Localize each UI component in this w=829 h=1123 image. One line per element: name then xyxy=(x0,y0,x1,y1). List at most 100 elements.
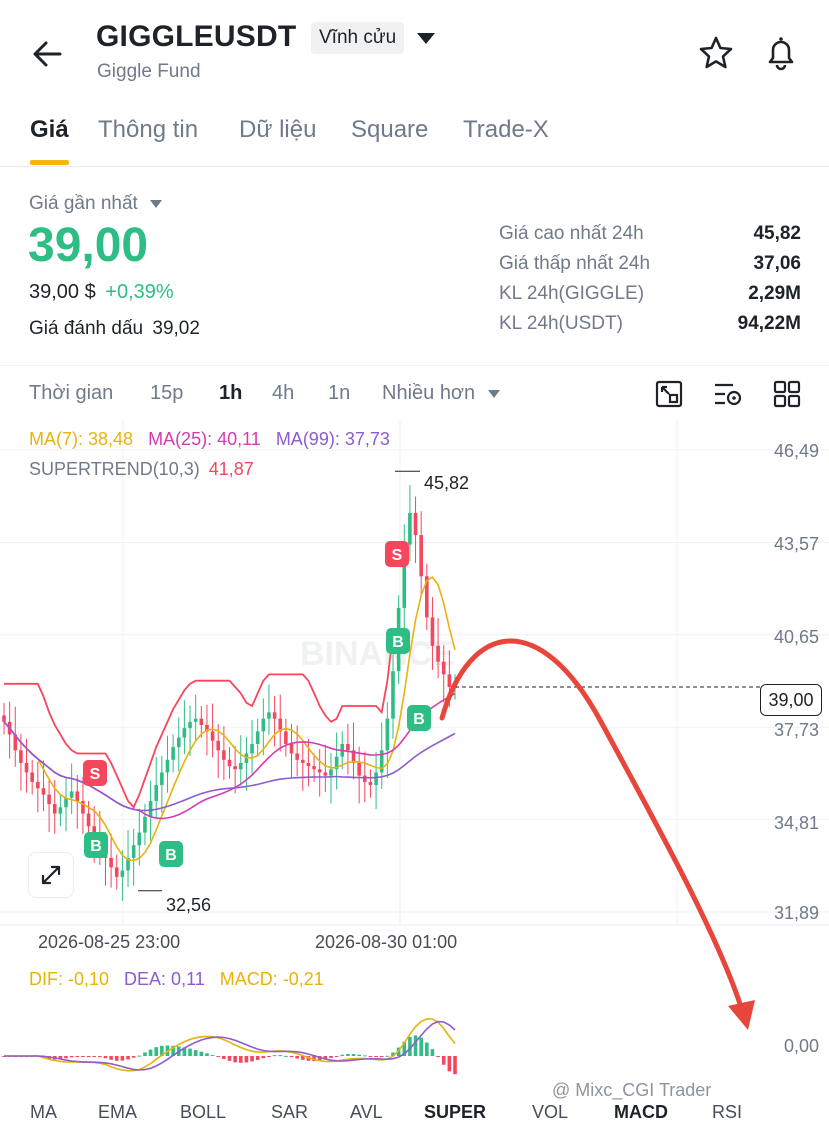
indicator-tab[interactable]: BOLL xyxy=(180,1102,226,1123)
candle-body xyxy=(176,737,181,748)
macd-bar xyxy=(295,1056,299,1059)
candle-body xyxy=(171,747,175,760)
macd-bar xyxy=(379,1056,384,1058)
macd-bar xyxy=(261,1056,266,1059)
indicator-tab[interactable]: SAR xyxy=(271,1102,308,1123)
tab-square[interactable]: Square xyxy=(351,116,428,144)
macd-value: MACD: -0,21 xyxy=(219,969,324,989)
symbol-title[interactable]: GIGGLEUSDT xyxy=(96,20,296,54)
candle-body xyxy=(216,740,221,751)
stat-value: 45,82 xyxy=(753,223,801,244)
indicator-tab[interactable]: RSI xyxy=(712,1102,742,1123)
sell-signal-label: S xyxy=(90,766,101,783)
candle-body xyxy=(255,731,260,744)
macd-bar xyxy=(238,1056,243,1063)
last-price-label[interactable]: Giá gần nhất xyxy=(29,193,163,215)
candle-body xyxy=(357,762,361,776)
candle-body xyxy=(363,775,367,782)
interval-more[interactable]: Nhiều hơn xyxy=(382,382,501,405)
star-icon[interactable] xyxy=(697,34,735,77)
price-axis-tick: 40,65 xyxy=(773,627,819,647)
macd-bar xyxy=(216,1056,221,1057)
asset-name: Giggle Fund xyxy=(97,61,201,82)
macd-bar xyxy=(447,1056,452,1072)
indicator-tab-active[interactable]: SUPER xyxy=(424,1102,486,1123)
macd-bar xyxy=(98,1056,102,1057)
macd-bar xyxy=(385,1055,390,1057)
macd-bar xyxy=(425,1042,429,1056)
depth-chart-icon[interactable] xyxy=(655,380,683,413)
macd-bar xyxy=(368,1056,373,1057)
mark-price-value: 39,02 xyxy=(152,318,200,339)
price-chart[interactable]: BINANCESSBBBB xyxy=(0,420,829,960)
divider xyxy=(0,365,829,366)
candle-body xyxy=(323,772,328,776)
buy-signal-label: B xyxy=(165,847,177,864)
indicator-tab[interactable]: VOL xyxy=(532,1102,568,1123)
macd-bar xyxy=(92,1056,96,1057)
macd-bar xyxy=(188,1048,192,1056)
macd-bar xyxy=(329,1056,333,1058)
caret-down-icon[interactable] xyxy=(416,32,436,51)
price-axis-tick: 43,57 xyxy=(773,534,819,554)
interval-15m[interactable]: 15p xyxy=(150,382,183,405)
stat-label: KL 24h(USDT) xyxy=(499,313,623,334)
fullscreen-button[interactable] xyxy=(28,852,74,898)
macd-bar xyxy=(346,1054,350,1056)
back-arrow-icon[interactable] xyxy=(28,34,68,74)
high-marker-label: 45,82 xyxy=(424,473,470,493)
macd-bar xyxy=(199,1051,204,1056)
candle-body xyxy=(317,769,322,773)
candle-body xyxy=(312,766,316,770)
candle-body xyxy=(222,750,226,760)
candle-body xyxy=(289,743,294,754)
candle-body xyxy=(436,645,440,662)
candle-body xyxy=(408,512,412,545)
candle-body xyxy=(160,772,164,786)
candle-body xyxy=(419,535,423,577)
contract-type-badge[interactable]: Vĩnh cửu xyxy=(311,22,405,54)
low-marker-label: 32,56 xyxy=(166,895,212,915)
tab-trade-x[interactable]: Trade-X xyxy=(463,116,549,144)
interval-4h[interactable]: 4h xyxy=(272,382,294,405)
macd-bar xyxy=(131,1056,136,1058)
indicator-tab[interactable]: EMA xyxy=(98,1102,137,1123)
candle-body xyxy=(391,671,395,719)
candle-body xyxy=(238,762,243,770)
candle-body xyxy=(148,800,153,817)
macd-bar xyxy=(430,1049,435,1056)
indicator-tab[interactable]: AVL xyxy=(350,1102,383,1123)
candle-body xyxy=(413,512,418,536)
last-price: 39,00 xyxy=(28,219,149,272)
tab-data[interactable]: Dữ liệu xyxy=(239,116,316,144)
macd-bar xyxy=(120,1056,125,1061)
indicator-tab[interactable]: MA xyxy=(30,1102,57,1123)
buy-signal-label: B xyxy=(90,838,102,855)
usd-price: 39,00 $ xyxy=(29,281,96,303)
macd-bar xyxy=(272,1055,277,1057)
indicator-tab[interactable]: MACD xyxy=(614,1102,668,1123)
macd-dea: DEA: 0,11 xyxy=(124,969,205,989)
candle-body xyxy=(272,712,277,719)
candle-body xyxy=(447,674,452,688)
mark-price-label: Giá đánh dấu xyxy=(29,318,144,339)
macd-bar xyxy=(278,1055,283,1057)
candle-body xyxy=(233,766,237,770)
tab-info[interactable]: Thông tin xyxy=(98,116,198,144)
candle-body xyxy=(261,718,266,732)
macd-bar xyxy=(86,1056,91,1057)
interval-time[interactable]: Thời gian xyxy=(29,382,113,405)
macd-bar xyxy=(289,1056,294,1058)
indicator-settings-icon[interactable] xyxy=(713,380,743,413)
stat-value: 37,06 xyxy=(753,253,801,274)
interval-1d[interactable]: 1n xyxy=(328,382,350,405)
stat-label: Giá cao nhất 24h xyxy=(499,223,644,244)
bell-icon[interactable] xyxy=(762,34,800,77)
candle-body xyxy=(385,718,390,751)
grid-layout-icon[interactable] xyxy=(773,380,801,413)
interval-1h[interactable]: 1h xyxy=(219,382,242,405)
candle-body xyxy=(109,857,113,868)
tab-price[interactable]: Giá xyxy=(30,116,69,144)
macd-chart[interactable] xyxy=(0,990,829,1090)
macd-bar xyxy=(75,1056,80,1057)
